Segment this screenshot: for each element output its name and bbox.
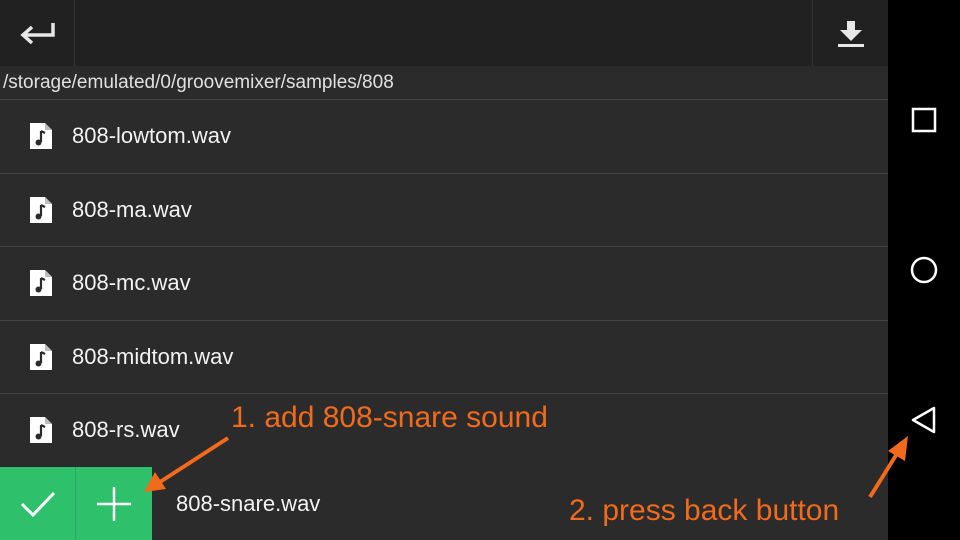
file-name: 808-midtom.wav — [72, 343, 234, 369]
audio-file-icon — [28, 195, 54, 225]
file-name: 808-ma.wav — [72, 196, 192, 222]
audio-file-icon — [28, 342, 54, 372]
audio-file-icon — [28, 268, 54, 298]
list-item[interactable]: 808-mc.wav — [0, 247, 888, 321]
circle-icon — [910, 256, 938, 284]
file-name: 808-rs.wav — [72, 417, 180, 443]
selected-file-name: 808-snare.wav — [176, 490, 321, 516]
toolbar — [0, 0, 888, 66]
audio-file-icon — [28, 121, 54, 151]
file-browser: /storage/emulated/0/groovemixer/samples/… — [0, 0, 888, 540]
list-item[interactable]: 808-lowtom.wav — [0, 100, 888, 174]
triangle-back-icon — [911, 406, 936, 434]
back-button[interactable] — [0, 0, 75, 66]
checkmark-icon — [20, 491, 55, 517]
annotation-step-2: 2. press back button — [569, 494, 840, 527]
confirm-button[interactable] — [0, 467, 75, 540]
system-back-button[interactable] — [888, 390, 960, 450]
path-breadcrumb: /storage/emulated/0/groovemixer/samples/… — [0, 66, 888, 100]
return-arrow-icon — [20, 23, 55, 45]
square-icon — [911, 107, 937, 133]
list-item[interactable]: 808-midtom.wav — [0, 321, 888, 394]
plus-icon — [97, 486, 131, 521]
download-button[interactable] — [812, 0, 888, 66]
recents-button[interactable] — [888, 90, 960, 150]
file-name: 808-lowtom.wav — [72, 123, 231, 149]
add-sound-button[interactable] — [76, 467, 152, 540]
annotation-step-1: 1. add 808-snare sound — [231, 401, 548, 434]
audio-file-icon — [28, 415, 54, 445]
file-name: 808-mc.wav — [72, 270, 191, 296]
download-icon — [837, 21, 864, 47]
system-navigation-bar — [888, 0, 960, 540]
current-path: /storage/emulated/0/groovemixer/samples/… — [3, 71, 394, 93]
home-button[interactable] — [888, 240, 960, 300]
list-item[interactable]: 808-ma.wav — [0, 174, 888, 247]
